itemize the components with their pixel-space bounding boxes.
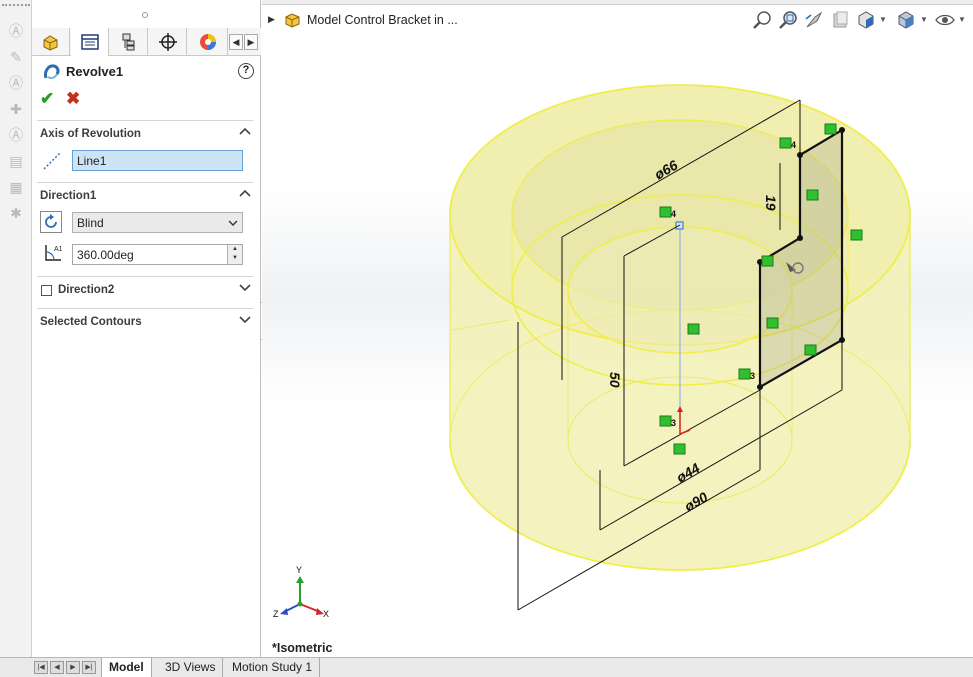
weld-symbol-icon[interactable]: Ⓐ (7, 126, 25, 144)
end-condition-value: Blind (77, 216, 104, 230)
geometric-tolerance-icon[interactable]: ▦ (7, 178, 25, 196)
ok-button[interactable]: ✔ (40, 89, 54, 109)
direction2-checkbox[interactable] (41, 285, 52, 296)
cancel-button[interactable]: ✖ (66, 89, 80, 109)
axis-of-revolution-section: Axis of Revolution Line1 (37, 120, 253, 180)
angle-input[interactable]: 360.00deg ▲ ▼ (72, 244, 243, 265)
reverse-direction-icon (45, 214, 57, 228)
tab-property-manager[interactable] (71, 28, 109, 56)
smart-dimension-icon[interactable]: Ⓐ (7, 22, 25, 40)
axis-selection-field[interactable]: Line1 (72, 150, 243, 171)
chevron-down-icon[interactable] (239, 282, 251, 292)
direction1-section: Direction1 Blind A1 360.00deg ▲ ▼ (37, 182, 253, 274)
triad-z-label: Z (273, 609, 279, 619)
reverse-direction-button[interactable] (40, 211, 62, 233)
triad (280, 576, 324, 615)
revolve-icon (44, 64, 60, 79)
section-title[interactable]: Direction1 (40, 190, 96, 202)
property-manager: ◀ ▶ Revolve1 ? ✔ ✖ Axis of Revolution Li… (32, 0, 261, 657)
property-manager-icon (80, 34, 99, 50)
chevron-up-icon[interactable] (239, 188, 251, 198)
note-icon[interactable]: ✎ (7, 48, 25, 66)
balloon-icon[interactable]: Ⓐ (7, 74, 25, 92)
relation-mark: 3 (750, 371, 755, 381)
feature-manager-icon (43, 35, 57, 51)
spin-up-icon[interactable]: ▲ (228, 245, 242, 254)
dimension-50[interactable]: 50 (607, 372, 623, 388)
bottom-tab-bar: |◀ ◀ ▶ ▶| Model 3D Views Motion Study 1 (0, 657, 973, 677)
tab-motion-study-1[interactable]: Motion Study 1 (225, 658, 321, 677)
first-tab-button[interactable]: |◀ (34, 661, 48, 674)
view-name-label: *Isometric (272, 641, 333, 655)
tab-display-manager[interactable] (188, 28, 228, 56)
chevron-down-icon (228, 220, 238, 226)
surface-finish-icon[interactable]: ✚ (7, 100, 25, 118)
angle-icon: A1 (45, 245, 63, 261)
panel-grip-icon[interactable] (142, 12, 148, 18)
next-tab-button[interactable]: ▶ (66, 661, 80, 674)
tab-configuration-manager[interactable] (110, 28, 148, 56)
axis-line-icon (43, 152, 61, 170)
relation-mark: 4 (791, 140, 796, 150)
display-manager-icon (199, 34, 216, 50)
section-title[interactable]: Axis of Revolution (40, 128, 141, 140)
direction2-section: Direction2 (37, 276, 253, 306)
angle-value: 360.00deg (77, 248, 134, 262)
solidworks-window: Ⓐ ✎ Ⓐ ✚ Ⓐ ▤ ▦ ✱ ◀ ▶ Revolve1 ? ✔ ✖ Axis … (0, 0, 973, 677)
tab-model[interactable]: Model (101, 658, 152, 677)
last-tab-button[interactable]: ▶| (82, 661, 96, 674)
dimension-19[interactable]: 19 (763, 195, 779, 211)
tab-scroll-left-button[interactable]: ◀ (229, 34, 243, 50)
angle-spinner[interactable]: ▲ ▼ (227, 245, 242, 264)
manager-tabs: ◀ ▶ (32, 28, 261, 56)
relation-mark: 3 (671, 418, 676, 428)
prev-tab-button[interactable]: ◀ (50, 661, 64, 674)
end-condition-select[interactable]: Blind (72, 212, 243, 233)
section-title[interactable]: Selected Contours (40, 316, 142, 328)
help-button[interactable]: ? (238, 63, 254, 79)
svg-text:A1: A1 (54, 246, 63, 253)
toolbar-grip[interactable] (2, 4, 30, 7)
revolve-model[interactable]: .d{font-family:"Liberation Sans",sans-se… (262, 0, 973, 657)
triad-x-label: X (323, 609, 329, 619)
triad-y-label: Y (296, 565, 302, 575)
selected-contours-section: Selected Contours (37, 308, 253, 338)
feature-title: Revolve1 (66, 64, 124, 79)
tab-scroll-right-button[interactable]: ▶ (244, 34, 258, 50)
tab-3d-views[interactable]: 3D Views (158, 658, 224, 677)
hole-callout-icon[interactable]: ✱ (7, 204, 25, 222)
datum-feature-icon[interactable]: ▤ (7, 152, 25, 170)
tab-dimxpert-manager[interactable] (149, 28, 187, 56)
configuration-manager-icon (122, 33, 134, 51)
chevron-up-icon[interactable] (239, 126, 251, 136)
spin-down-icon[interactable]: ▼ (228, 254, 242, 263)
left-toolbar: Ⓐ ✎ Ⓐ ✚ Ⓐ ▤ ▦ ✱ (0, 0, 32, 657)
section-title[interactable]: Direction2 (58, 284, 114, 296)
tab-feature-manager[interactable] (32, 28, 70, 56)
chevron-down-icon[interactable] (239, 314, 251, 324)
dimxpert-icon (158, 33, 177, 51)
feature-header: Revolve1 ? (40, 62, 254, 82)
relation-mark: 4 (671, 209, 676, 219)
